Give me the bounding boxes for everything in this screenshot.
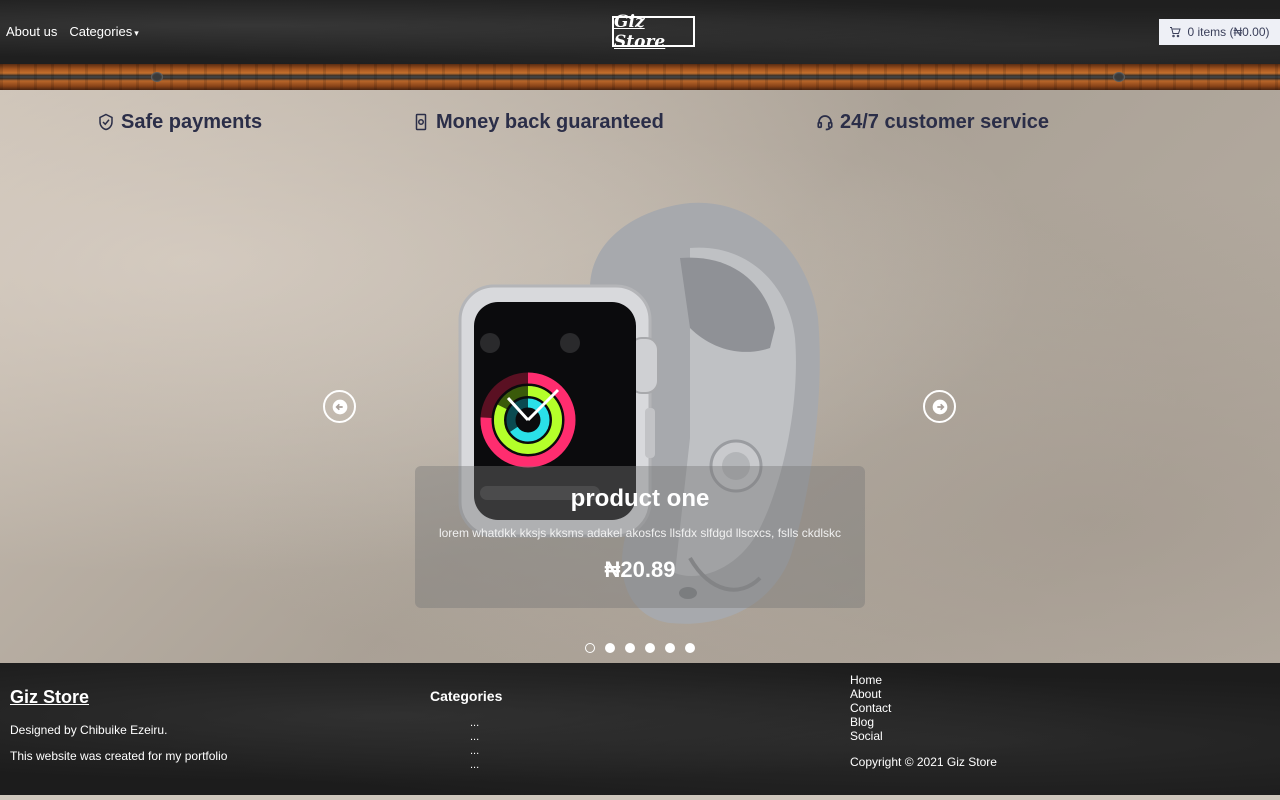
product-title: product one [570, 485, 710, 512]
footer-link-about[interactable]: About [850, 687, 891, 701]
footer-category-item[interactable]: ... [470, 716, 479, 730]
nav-categories-dropdown[interactable]: Categories ▾ [69, 24, 138, 39]
feature-money-back: Money back guaranteed [412, 109, 664, 135]
footer-brand-link[interactable]: Giz Store [10, 687, 89, 708]
feature-customer-service: 24/7 customer service [816, 109, 1049, 135]
footer-credit: Designed by Chibuike Ezeiru. [10, 723, 168, 737]
footer-links: Home About Contact Blog Social [850, 673, 891, 743]
footer-categories-list: ... ... ... ... [470, 716, 479, 772]
footer-category-item[interactable]: ... [470, 730, 479, 744]
headset-icon [817, 115, 833, 131]
wood-divider [0, 64, 1280, 90]
footer-category-item[interactable]: ... [470, 758, 479, 772]
bottom-strip [0, 795, 1280, 800]
carousel-prev-button[interactable] [323, 390, 356, 423]
footer-link-blog[interactable]: Blog [850, 715, 891, 729]
feature-label: Money back guaranteed [436, 110, 664, 133]
bolt-decoration [151, 72, 163, 82]
nav-categories-label: Categories [69, 24, 133, 39]
feature-label: Safe payments [121, 110, 263, 133]
cart-icon [1170, 27, 1182, 38]
footer-copyright: Copyright © 2021 Giz Store [850, 755, 997, 769]
cart-button[interactable]: 0 items (₦0.00) [1159, 19, 1280, 45]
carousel-dot[interactable] [585, 643, 595, 653]
cart-summary: 0 items (₦0.00) [1187, 25, 1270, 39]
footer-link-home[interactable]: Home [850, 673, 891, 687]
chevron-down-icon: ▾ [134, 28, 139, 38]
shield-icon [99, 113, 113, 131]
feature-safe-payments: Safe payments [97, 109, 262, 135]
arrow-right-icon [932, 399, 947, 414]
carousel-dot[interactable] [685, 643, 695, 653]
footer-category-item[interactable]: ... [470, 744, 479, 758]
arrow-left-icon [332, 399, 347, 414]
carousel-indicators [585, 643, 695, 653]
footer-link-social[interactable]: Social [850, 729, 891, 743]
site-footer: Giz Store Designed by Chibuike Ezeiru. T… [0, 663, 1280, 795]
carousel-dot[interactable] [645, 643, 655, 653]
nav-about-us-link[interactable]: About us [6, 24, 57, 39]
carousel-dot[interactable] [625, 643, 635, 653]
product-price: ₦20.89 [604, 557, 676, 582]
site-logo[interactable]: Giz Store [612, 12, 695, 52]
bolt-decoration [1113, 72, 1125, 82]
footer-categories-heading: Categories [430, 688, 503, 704]
carousel-dot[interactable] [605, 643, 615, 653]
slide-caption: product one lorem whatdkk kksjs kksms ad… [415, 466, 865, 608]
product-description: lorem whatdkk kksjs kksms adakel akosfcs… [438, 526, 842, 540]
money-icon [415, 113, 427, 131]
hero-section: Safe payments Money back guaranteed 24/7… [0, 90, 1280, 663]
top-nav: About us Categories ▾ [6, 24, 139, 39]
carousel-dot[interactable] [665, 643, 675, 653]
footer-note: This website was created for my portfoli… [10, 749, 228, 763]
site-header: About us Categories ▾ Giz Store 0 items (… [0, 0, 1280, 64]
feature-label: 24/7 customer service [840, 110, 1050, 133]
carousel-next-button[interactable] [923, 390, 956, 423]
footer-link-contact[interactable]: Contact [850, 701, 891, 715]
